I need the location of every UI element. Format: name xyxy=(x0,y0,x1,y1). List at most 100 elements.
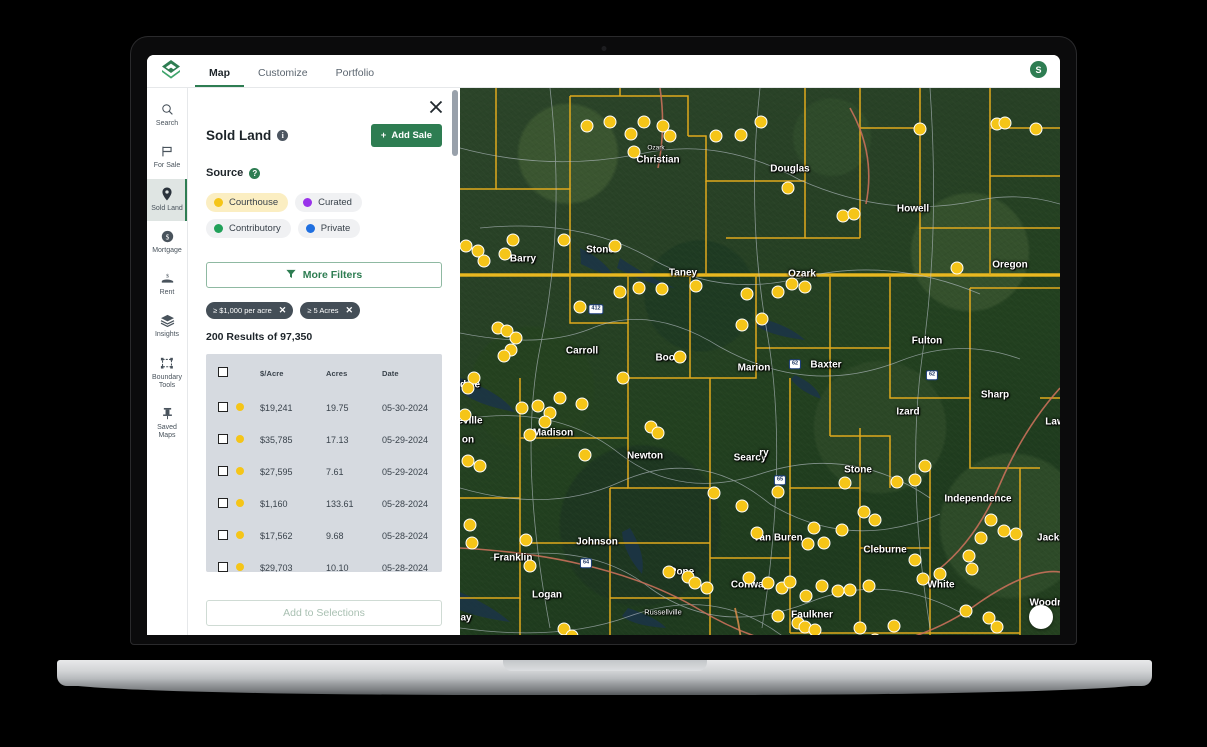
sold-land-pin[interactable] xyxy=(742,571,756,585)
sold-land-pin[interactable] xyxy=(798,280,812,294)
remove-filter-icon[interactable]: ✕ xyxy=(279,306,287,315)
sold-land-pin[interactable] xyxy=(801,537,815,551)
sold-land-pin[interactable] xyxy=(783,575,797,589)
sold-land-pin[interactable] xyxy=(754,115,768,129)
row-checkbox[interactable] xyxy=(218,402,228,412)
sold-land-pin[interactable] xyxy=(461,381,475,395)
sold-land-pin[interactable] xyxy=(785,277,799,291)
sold-land-pin[interactable] xyxy=(1029,122,1043,136)
map-locate-button[interactable] xyxy=(1029,605,1053,629)
sold-land-pin[interactable] xyxy=(637,115,651,129)
row-checkbox[interactable] xyxy=(218,498,228,508)
source-chip-courthouse[interactable]: Courthouse xyxy=(206,193,289,212)
sidebar-item-rent[interactable]: $ Rent xyxy=(147,263,187,305)
table-row[interactable]: $17,562 9.68 05-28-2024 xyxy=(206,520,442,552)
remove-filter-icon[interactable]: ✕ xyxy=(346,306,354,315)
sold-land-pin[interactable] xyxy=(959,604,973,618)
filter-pill-acres[interactable]: ≥ 5 Acres ✕ xyxy=(300,302,361,319)
sold-land-pin[interactable] xyxy=(662,565,676,579)
sold-land-pin[interactable] xyxy=(771,609,785,623)
sold-land-pin[interactable] xyxy=(835,523,849,537)
sold-land-pin[interactable] xyxy=(918,459,932,473)
sold-land-pin[interactable] xyxy=(608,239,622,253)
sold-land-pin[interactable] xyxy=(477,254,491,268)
sold-land-pin[interactable] xyxy=(632,281,646,295)
sold-land-pin[interactable] xyxy=(575,397,589,411)
sold-land-pin[interactable] xyxy=(497,349,511,363)
sold-land-pin[interactable] xyxy=(1009,527,1023,541)
sold-land-pin[interactable] xyxy=(673,350,687,364)
sold-land-pin[interactable] xyxy=(984,513,998,527)
acres-header[interactable]: Acres xyxy=(326,354,382,392)
sold-land-pin[interactable] xyxy=(908,473,922,487)
sold-land-pin[interactable] xyxy=(707,486,721,500)
sold-land-pin[interactable] xyxy=(498,247,512,261)
sold-land-pin[interactable] xyxy=(965,562,979,576)
app-logo[interactable] xyxy=(147,55,195,87)
sold-land-pin[interactable] xyxy=(506,233,520,247)
sold-land-pin[interactable] xyxy=(463,518,477,532)
row-checkbox[interactable] xyxy=(218,530,228,540)
row-checkbox[interactable] xyxy=(218,562,228,572)
sold-land-pin[interactable] xyxy=(868,513,882,527)
sold-land-pin[interactable] xyxy=(651,426,665,440)
sold-land-pin[interactable] xyxy=(808,623,822,635)
sold-land-pin[interactable] xyxy=(807,521,821,535)
sold-land-pin[interactable] xyxy=(750,526,764,540)
sold-land-pin[interactable] xyxy=(465,536,479,550)
sold-land-pin[interactable] xyxy=(624,127,638,141)
panel-scrollbar[interactable] xyxy=(452,90,458,156)
sold-land-pin[interactable] xyxy=(473,459,487,473)
tab-map[interactable]: Map xyxy=(195,67,244,87)
sold-land-pin[interactable] xyxy=(531,399,545,413)
sold-land-pin[interactable] xyxy=(553,391,567,405)
sold-land-pin[interactable] xyxy=(515,401,529,415)
sidebar-item-insights[interactable]: Insights xyxy=(147,305,187,347)
add-to-selections-button[interactable]: Add to Selections xyxy=(206,600,442,626)
sold-land-pin[interactable] xyxy=(781,181,795,195)
sold-land-pin[interactable] xyxy=(817,536,831,550)
sold-land-pin[interactable] xyxy=(603,115,617,129)
source-chip-contributory[interactable]: Contributory xyxy=(206,219,291,238)
sidebar-item-search[interactable]: Search xyxy=(147,94,187,136)
sidebar-item-for-sale[interactable]: For Sale xyxy=(147,136,187,178)
table-row[interactable]: $35,785 17.13 05-29-2024 xyxy=(206,424,442,456)
sold-land-pin[interactable] xyxy=(847,207,861,221)
sold-land-pin[interactable] xyxy=(916,572,930,586)
source-chip-private[interactable]: Private xyxy=(297,219,361,238)
sold-land-pin[interactable] xyxy=(815,579,829,593)
sold-land-pin[interactable] xyxy=(700,581,714,595)
sold-land-pin[interactable] xyxy=(538,415,552,429)
help-icon[interactable]: ? xyxy=(249,167,261,179)
sold-land-pin[interactable] xyxy=(862,579,876,593)
table-row[interactable]: $29,703 10.10 05-28-2024 xyxy=(206,552,442,572)
sold-land-pin[interactable] xyxy=(771,485,785,499)
sidebar-item-mortgage[interactable]: $ Mortgage xyxy=(147,221,187,263)
row-checkbox[interactable] xyxy=(218,434,228,444)
sold-land-pin[interactable] xyxy=(890,475,904,489)
select-all-checkbox[interactable] xyxy=(218,367,228,377)
sold-land-pin[interactable] xyxy=(799,589,813,603)
sold-land-pin[interactable] xyxy=(933,567,947,581)
sold-land-pin[interactable] xyxy=(557,233,571,247)
sidebar-item-boundary-tools[interactable]: Boundary Tools xyxy=(147,348,187,399)
sold-land-pin[interactable] xyxy=(523,428,537,442)
filter-pill-price[interactable]: ≥ $1,000 per acre ✕ xyxy=(206,302,294,319)
sold-land-pin[interactable] xyxy=(627,145,641,159)
sold-land-pin[interactable] xyxy=(755,312,769,326)
sold-land-pin[interactable] xyxy=(843,583,857,597)
sold-land-pin[interactable] xyxy=(523,559,537,573)
add-sale-button[interactable]: + Add Sale xyxy=(370,124,442,147)
sold-land-pin[interactable] xyxy=(990,620,1004,634)
sold-land-pin[interactable] xyxy=(908,553,922,567)
sold-land-pin[interactable] xyxy=(962,549,976,563)
sold-land-pin[interactable] xyxy=(771,285,785,299)
table-row[interactable]: $19,241 19.75 05-30-2024 xyxy=(206,392,442,424)
sold-land-pin[interactable] xyxy=(655,282,669,296)
sold-land-pin[interactable] xyxy=(974,531,988,545)
sold-land-pin[interactable] xyxy=(663,129,677,143)
info-icon[interactable]: i xyxy=(277,130,289,141)
sold-land-pin[interactable] xyxy=(616,371,630,385)
sold-land-pin[interactable] xyxy=(997,524,1011,538)
sold-land-pin[interactable] xyxy=(761,576,775,590)
